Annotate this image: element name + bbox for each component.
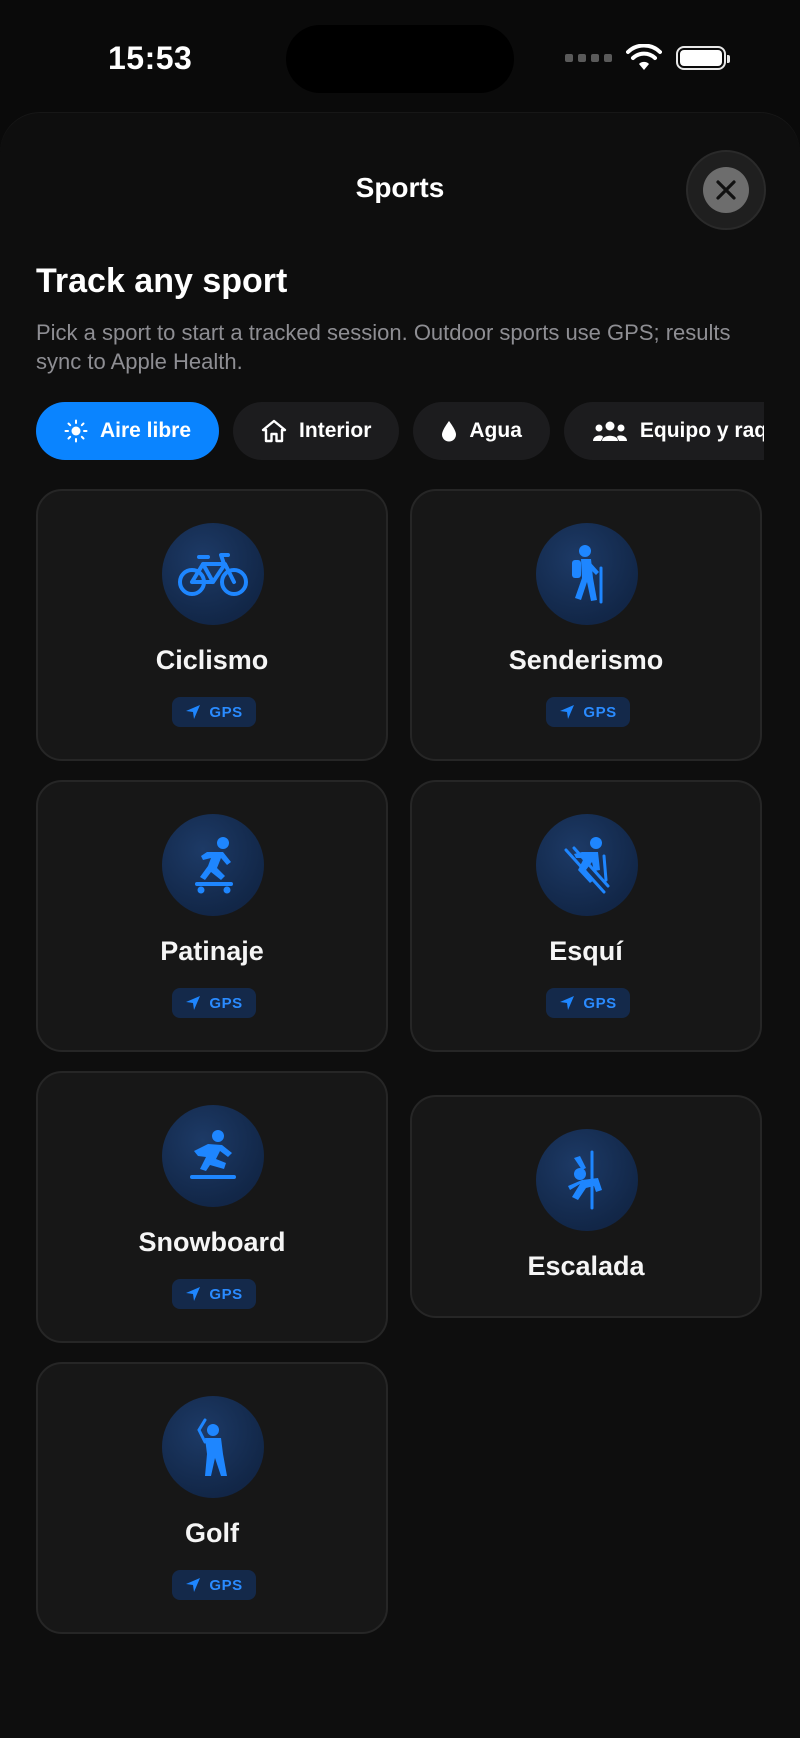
climbing-icon [568,1150,602,1210]
gps-badge: GPS [172,1279,256,1309]
chip-equipo[interactable]: Equipo y raq [563,402,764,460]
sun-icon [64,419,88,443]
bicycle-icon [178,553,248,596]
sport-name: Escalada [527,1251,645,1281]
chip-label: Interior [299,419,372,442]
sport-card-senderismo[interactable]: Senderismo GPS [410,489,762,761]
gps-badge: GPS [172,697,256,727]
battery-icon [676,46,730,70]
status-time: 15:53 [108,40,193,76]
status-indicators [565,44,730,72]
sport-card-golf[interactable]: Golf GPS [36,1362,388,1634]
location-arrow-icon [560,705,575,719]
snowboarding-icon [190,1130,236,1179]
sheet-title: Sports [355,172,445,203]
sport-card-patinaje[interactable]: Patinaje GPS [36,780,388,1052]
sport-card-esqui[interactable]: Esquí GPS [410,780,762,1052]
category-chips: Aire libre Interior Agua Equipo y raq [36,402,764,462]
page-heading: Track any sport [36,262,288,300]
skiing-icon [564,837,610,894]
sport-card-ciclismo[interactable]: Ciclismo GPS [36,489,388,761]
chip-aire-libre[interactable]: Aire libre [36,402,220,460]
chip-label: Aire libre [100,419,192,442]
chip-agua[interactable]: Agua [413,402,550,460]
sport-name: Patinaje [160,936,264,966]
sport-name: Esquí [549,936,623,966]
people-icon [592,421,627,441]
chip-label: Equipo y raq [639,419,764,442]
sport-card-escalada[interactable]: Escalada [410,1095,762,1318]
sport-name: Ciclismo [155,645,269,675]
gps-badge: GPS [172,1570,256,1600]
drop-icon [442,421,457,442]
golf-icon [197,1418,227,1476]
house-icon [261,419,287,443]
chip-interior[interactable]: Interior [233,402,400,460]
location-arrow-icon [186,1287,201,1301]
wifi-icon [626,44,662,70]
dynamic-island [286,25,514,93]
location-arrow-icon [186,705,201,719]
gps-badge: GPS [546,697,630,727]
page-subtitle: Pick a sport to start a tracked session.… [36,320,731,374]
sport-name: Snowboard [138,1227,286,1257]
location-arrow-icon [560,996,575,1010]
skateboarding-icon [195,837,233,894]
sport-name: Senderismo [508,645,664,675]
location-arrow-icon [186,996,201,1010]
sport-card-snowboard[interactable]: Snowboard GPS [36,1071,388,1343]
gps-badge: GPS [546,988,630,1018]
chip-label: Agua [469,419,522,442]
close-icon [716,180,736,200]
cellular-signal-icon [565,54,612,62]
close-button[interactable] [686,150,766,230]
sport-name: Golf [185,1518,239,1548]
location-arrow-icon [186,1578,201,1592]
gps-badge: GPS [172,988,256,1018]
hiking-icon [572,545,603,604]
